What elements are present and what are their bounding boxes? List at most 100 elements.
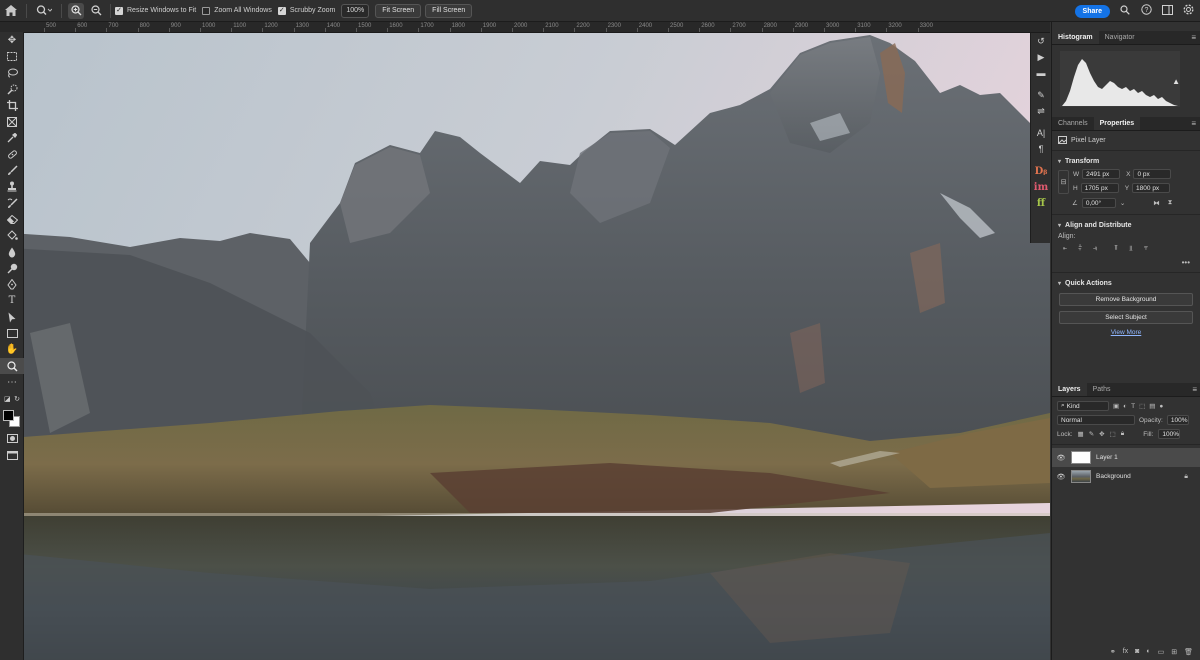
height-field[interactable]: 1705 px: [1080, 183, 1119, 193]
angle-field[interactable]: 0,00°: [1081, 198, 1116, 208]
filter-shape-icon[interactable]: ⬚: [1139, 402, 1145, 410]
document-canvas[interactable]: [10, 33, 1050, 660]
filter-smart-object-icon[interactable]: ▤: [1149, 402, 1155, 410]
warning-icon[interactable]: ▲: [1172, 77, 1180, 86]
zoom-tool-icon[interactable]: [31, 0, 57, 22]
search-icon[interactable]: [1119, 4, 1131, 18]
hand-tool-icon[interactable]: ✋: [0, 342, 24, 358]
zoom-in-button[interactable]: [68, 2, 84, 19]
align-section-header[interactable]: ▾ Align and Distribute: [1052, 219, 1200, 231]
width-field[interactable]: 2491 px: [1082, 169, 1121, 179]
clone-stamp-tool-icon[interactable]: [0, 179, 24, 195]
layer-row-background[interactable]: 👁︎ Background 🔒︎: [1052, 467, 1200, 486]
lock-position-icon[interactable]: ✥: [1099, 430, 1104, 438]
eye-icon[interactable]: 👁︎: [1055, 473, 1067, 481]
frame-tool-icon[interactable]: [0, 113, 24, 129]
pen-tool-icon[interactable]: [0, 276, 24, 292]
panel-menu-icon[interactable]: ≡: [1191, 33, 1196, 42]
kind-filter-select[interactable]: ⌕ Kind: [1057, 401, 1109, 411]
move-tool-icon[interactable]: ✥: [0, 32, 24, 48]
paragraph-panel-icon[interactable]: ¶: [1031, 141, 1051, 157]
comments-panel-icon[interactable]: ▬: [1031, 65, 1051, 81]
view-more-link[interactable]: View More: [1052, 329, 1200, 336]
layer-row-layer-1[interactable]: 👁︎ Layer 1: [1052, 448, 1200, 467]
flip-vertical-icon[interactable]: ⧗: [1168, 199, 1173, 207]
y-field[interactable]: 1800 px: [1132, 183, 1171, 193]
filter-adjustment-icon[interactable]: ◐: [1123, 403, 1127, 410]
align-top-edges-icon[interactable]: ⫪: [1111, 244, 1121, 253]
gear-icon[interactable]: [1182, 4, 1194, 18]
eraser-tool-icon[interactable]: [0, 211, 24, 227]
resize-windows-checkbox[interactable]: ✓ Resize Windows to Fit: [115, 6, 196, 15]
add-mask-icon[interactable]: ◙: [1135, 648, 1139, 656]
checkbox-box[interactable]: ✓: [277, 6, 286, 15]
panel-menu-icon[interactable]: ≡: [1191, 119, 1196, 128]
transform-section-header[interactable]: ▾ Transform: [1052, 155, 1200, 167]
brush-settings-icon[interactable]: ✎: [1031, 87, 1051, 103]
type-tool-icon[interactable]: T: [0, 293, 24, 309]
fit-screen-button[interactable]: Fit Screen: [375, 3, 422, 18]
home-icon[interactable]: [0, 0, 22, 22]
lock-transparent-icon[interactable]: ▦: [1078, 430, 1084, 438]
glyphs-im-icon[interactable]: im: [1031, 179, 1051, 195]
share-button[interactable]: Share: [1074, 4, 1110, 18]
rectangle-tool-icon[interactable]: [0, 325, 24, 341]
character-panel-icon[interactable]: A|: [1031, 125, 1051, 141]
x-field[interactable]: 0 px: [1133, 169, 1172, 179]
link-layers-icon[interactable]: ⚭: [1110, 648, 1116, 656]
zoom-level-field[interactable]: 100%: [341, 3, 370, 18]
tab-navigator[interactable]: Navigator: [1099, 31, 1141, 44]
opacity-field[interactable]: 100%: [1166, 415, 1189, 425]
remove-background-button[interactable]: Remove Background: [1059, 293, 1193, 306]
history-brush-tool-icon[interactable]: [0, 195, 24, 211]
paint-bucket-tool-icon[interactable]: [0, 228, 24, 244]
zoom-all-windows-checkbox[interactable]: Zoom All Windows: [202, 6, 272, 15]
lock-artboard-icon[interactable]: ⬚: [1110, 430, 1116, 438]
glyphs-db-icon[interactable]: Dᵦ: [1031, 163, 1051, 179]
crop-tool-icon[interactable]: [0, 97, 24, 113]
new-layer-icon[interactable]: ⊞: [1171, 648, 1177, 656]
align-vertical-centers-icon[interactable]: ⫫: [1126, 244, 1136, 253]
default-colors-icon[interactable]: ◪ ↻: [0, 391, 24, 407]
screen-mode-icon[interactable]: [0, 447, 24, 463]
panel-menu-icon[interactable]: ≡: [1192, 385, 1197, 394]
quick-select-tool-icon[interactable]: [0, 81, 24, 97]
brush-tool-icon[interactable]: [0, 162, 24, 178]
marquee-tool-icon[interactable]: [0, 48, 24, 64]
adjustment-layer-icon[interactable]: ◐: [1146, 648, 1150, 656]
zoom-tool-icon[interactable]: [0, 357, 24, 375]
tab-properties[interactable]: Properties: [1093, 117, 1141, 130]
checkbox-box[interactable]: [202, 6, 211, 15]
new-group-icon[interactable]: ▭: [1158, 648, 1165, 656]
eyedropper-tool-icon[interactable]: [0, 130, 24, 146]
tab-histogram[interactable]: Histogram: [1052, 31, 1099, 44]
scrubby-zoom-checkbox[interactable]: ✓ Scrubby Zoom: [277, 6, 335, 15]
filter-pixel-icon[interactable]: ▣: [1113, 402, 1119, 410]
tab-paths[interactable]: Paths: [1087, 383, 1117, 396]
color-swatches-icon[interactable]: [0, 407, 24, 431]
eye-icon[interactable]: 👁︎: [1055, 454, 1067, 462]
chevron-down-icon[interactable]: ⌄: [1120, 199, 1125, 207]
path-selection-tool-icon[interactable]: [0, 309, 24, 325]
align-bottom-edges-icon[interactable]: ⫧: [1141, 244, 1151, 253]
dodge-tool-icon[interactable]: [0, 260, 24, 276]
fill-field[interactable]: 100%: [1158, 429, 1181, 439]
align-right-edges-icon[interactable]: ⫣: [1090, 244, 1100, 253]
quick-actions-section-header[interactable]: ▾ Quick Actions: [1052, 277, 1200, 289]
lock-pixels-icon[interactable]: ✎: [1089, 430, 1094, 438]
quick-mask-icon[interactable]: [0, 431, 24, 447]
glyphs-ff-icon[interactable]: ff: [1031, 195, 1051, 211]
blur-tool-icon[interactable]: [0, 244, 24, 260]
select-subject-button[interactable]: Select Subject: [1059, 311, 1193, 324]
lasso-tool-icon[interactable]: [0, 65, 24, 81]
tab-layers[interactable]: Layers: [1052, 383, 1087, 396]
fill-screen-button[interactable]: Fill Screen: [425, 3, 473, 18]
align-horizontal-centers-icon[interactable]: ⫩: [1075, 244, 1085, 253]
delete-layer-icon[interactable]: 🗑︎: [1184, 648, 1193, 656]
foreground-color-swatch[interactable]: [3, 409, 14, 421]
workspace-icon[interactable]: [1161, 4, 1173, 18]
tab-channels[interactable]: Channels: [1052, 117, 1094, 130]
swap-colors-icon[interactable]: ↻: [14, 395, 20, 403]
adjustments-panel-icon[interactable]: ⇌: [1031, 103, 1051, 119]
zoom-out-button[interactable]: [88, 3, 104, 19]
